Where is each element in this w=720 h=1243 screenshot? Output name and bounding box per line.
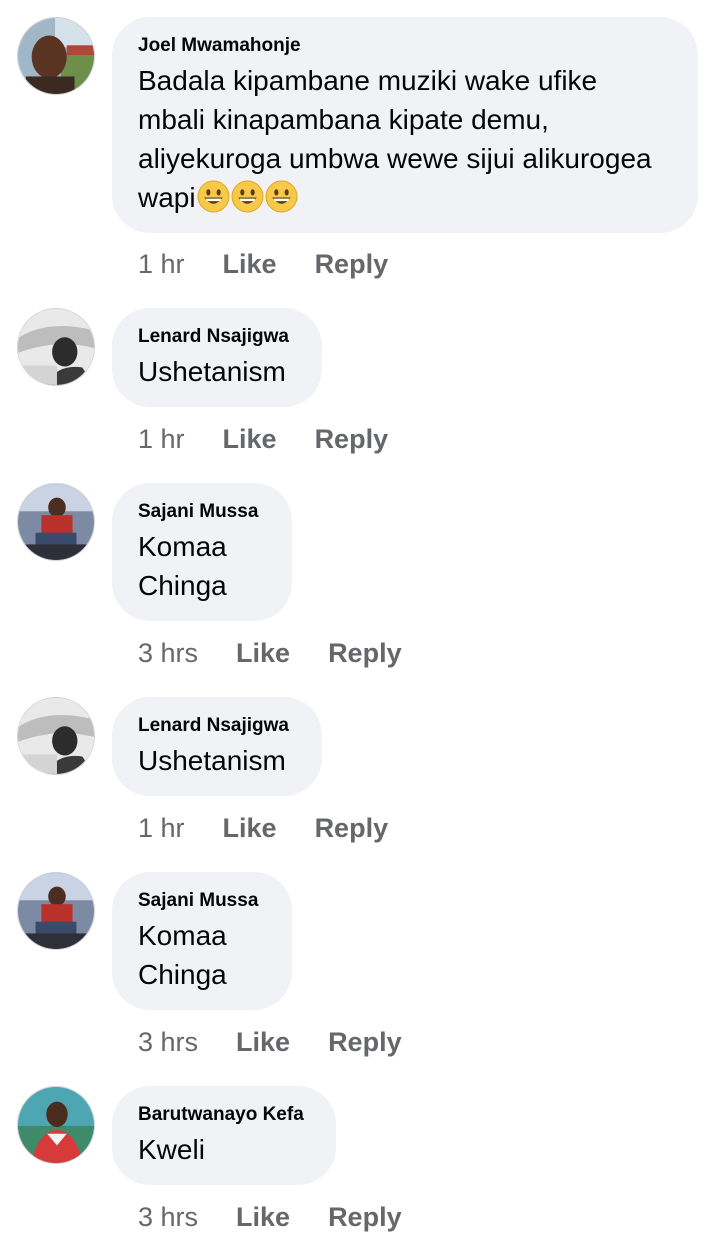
comment-author[interactable]: Lenard Nsajigwa bbox=[138, 715, 296, 737]
grinning-face-emoji-icon bbox=[231, 180, 264, 213]
comment-actions: 3 hrs Like Reply bbox=[138, 637, 402, 669]
comment-text-line: Ushetanism bbox=[138, 356, 286, 387]
avatar[interactable] bbox=[17, 1086, 95, 1164]
comment-bubble: Sajani Mussa Komaa Chinga bbox=[112, 872, 292, 1010]
avatar[interactable] bbox=[17, 872, 95, 950]
comment-text-line: Badala kipambane muziki wake ufike bbox=[138, 65, 598, 96]
like-button[interactable]: Like bbox=[223, 248, 277, 280]
comment-actions: 1 hr Like Reply bbox=[138, 812, 388, 844]
comment-text-line: Kweli bbox=[138, 1134, 205, 1165]
avatar[interactable] bbox=[17, 308, 95, 386]
reply-button[interactable]: Reply bbox=[315, 812, 389, 844]
comment-bubble: Joel Mwamahonje Badala kipambane muziki … bbox=[112, 17, 698, 233]
comment-actions: 1 hr Like Reply bbox=[138, 423, 388, 455]
comment-author[interactable]: Lenard Nsajigwa bbox=[138, 326, 296, 348]
comment-bubble: Sajani Mussa Komaa Chinga bbox=[112, 483, 292, 621]
comment-text-line: Ushetanism bbox=[138, 745, 286, 776]
reply-button[interactable]: Reply bbox=[328, 637, 402, 669]
comment-text: Kweli bbox=[138, 1130, 310, 1169]
comment-text-line: Chinga bbox=[138, 570, 227, 601]
comment-bubble: Lenard Nsajigwa Ushetanism bbox=[112, 697, 322, 796]
grinning-face-emoji-icon bbox=[197, 180, 230, 213]
comment-text-line: Komaa bbox=[138, 531, 227, 562]
avatar[interactable] bbox=[17, 697, 95, 775]
comment-author[interactable]: Joel Mwamahonje bbox=[138, 35, 672, 57]
grinning-face-emoji-icon bbox=[265, 180, 298, 213]
comment-actions: 1 hr Like Reply bbox=[138, 248, 388, 280]
reply-button[interactable]: Reply bbox=[315, 248, 389, 280]
comment-timestamp: 1 hr bbox=[138, 249, 185, 279]
like-button[interactable]: Like bbox=[236, 1026, 290, 1058]
comment-text-line: aliyekuroga umbwa wewe sijui alikurogea bbox=[138, 143, 652, 174]
comment-text: Komaa Chinga bbox=[138, 527, 266, 605]
comment-text-line: Komaa bbox=[138, 920, 227, 951]
comment-text-line: Chinga bbox=[138, 959, 227, 990]
avatar[interactable] bbox=[17, 17, 95, 95]
reply-button[interactable]: Reply bbox=[328, 1201, 402, 1233]
comment-author[interactable]: Barutwanayo Kefa bbox=[138, 1104, 310, 1126]
comment-bubble: Barutwanayo Kefa Kweli bbox=[112, 1086, 336, 1185]
comment-text: Ushetanism bbox=[138, 741, 296, 780]
avatar[interactable] bbox=[17, 483, 95, 561]
comment-text-line: mbali kinapambana kipate demu, bbox=[138, 104, 549, 135]
comment-timestamp: 3 hrs bbox=[138, 638, 199, 668]
comment-author[interactable]: Sajani Mussa bbox=[138, 890, 266, 912]
comment-text: Ushetanism bbox=[138, 352, 296, 391]
comment-text-line: wapi bbox=[138, 182, 196, 213]
like-button[interactable]: Like bbox=[223, 812, 277, 844]
like-button[interactable]: Like bbox=[223, 423, 277, 455]
like-button[interactable]: Like bbox=[236, 1201, 290, 1233]
comment-bubble: Lenard Nsajigwa Ushetanism bbox=[112, 308, 322, 407]
comment-actions: 3 hrs Like Reply bbox=[138, 1201, 402, 1233]
comment-actions: 3 hrs Like Reply bbox=[138, 1026, 402, 1058]
comment-timestamp: 3 hrs bbox=[138, 1027, 199, 1057]
comment-author[interactable]: Sajani Mussa bbox=[138, 501, 266, 523]
reply-button[interactable]: Reply bbox=[315, 423, 389, 455]
like-button[interactable]: Like bbox=[236, 637, 290, 669]
comment-text: Komaa Chinga bbox=[138, 916, 266, 994]
comment-text: Badala kipambane muziki wake ufike mbali… bbox=[138, 61, 672, 217]
reply-button[interactable]: Reply bbox=[328, 1026, 402, 1058]
comment-timestamp: 1 hr bbox=[138, 424, 185, 454]
comment-timestamp: 1 hr bbox=[138, 813, 185, 843]
comment-timestamp: 3 hrs bbox=[138, 1202, 199, 1232]
